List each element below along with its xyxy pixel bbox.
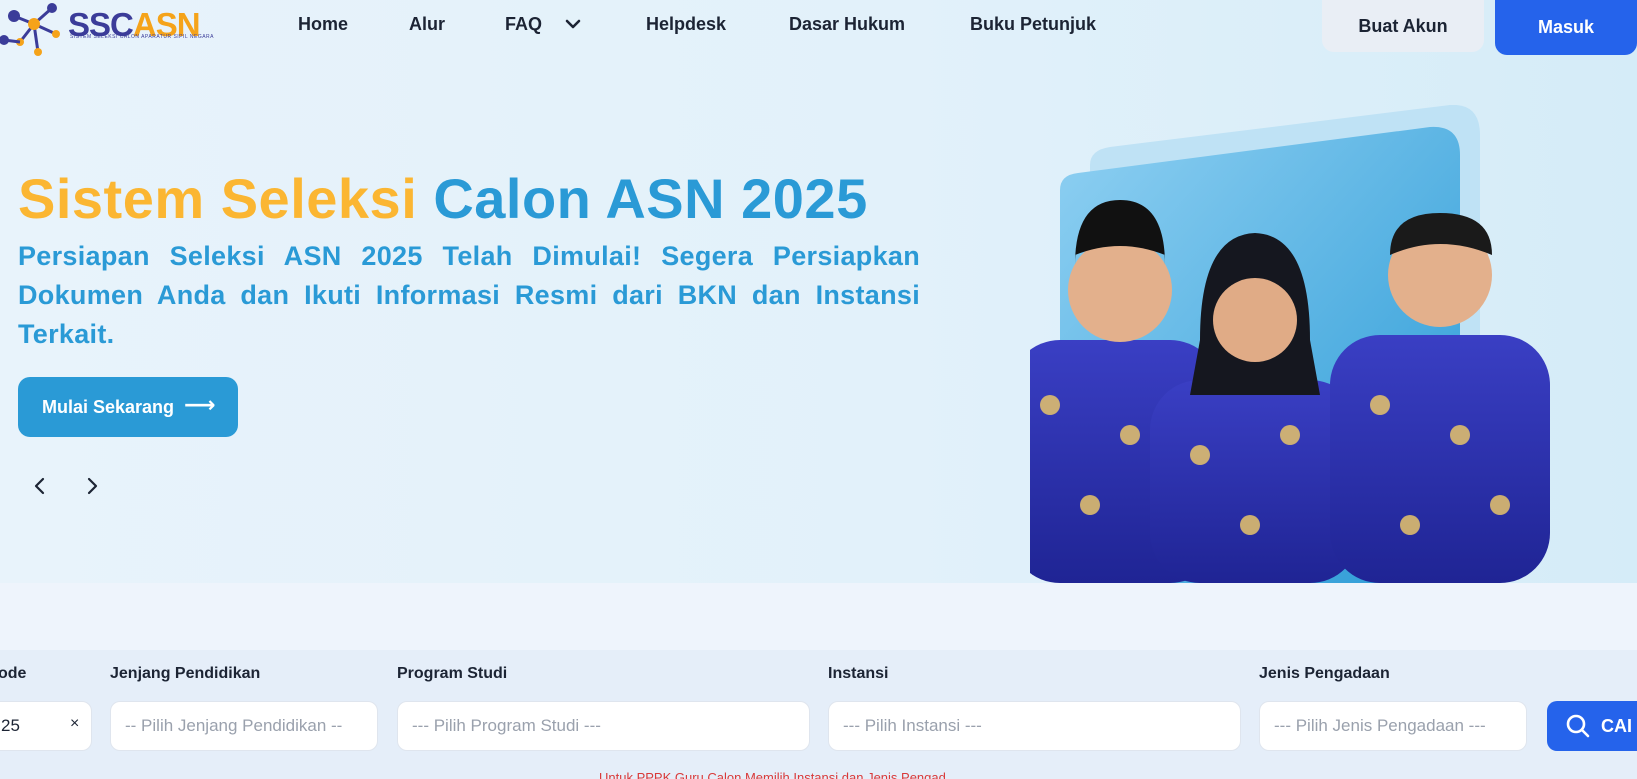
periode-label: ode <box>0 665 27 682</box>
instansi-label: Instansi <box>828 665 889 682</box>
cari-label: CAI <box>1601 715 1632 736</box>
pengadaan-select[interactable]: --- Pilih Jenis Pengadaan --- <box>1259 701 1527 751</box>
molecule-logo-icon <box>0 3 60 56</box>
prodi-select[interactable]: --- Pilih Program Studi --- <box>397 701 810 751</box>
nav-helpdesk[interactable]: Helpdesk <box>646 14 726 35</box>
mulai-sekarang-button[interactable]: Mulai Sekarang ⟶ <box>18 377 238 437</box>
jenjang-label: Jenjang Pendidikan <box>110 665 261 682</box>
jenjang-select[interactable]: -- Pilih Jenjang Pendidikan -- <box>110 701 378 751</box>
nav-faq[interactable]: FAQ <box>505 14 542 35</box>
hero-title-part2: Calon ASN 2025 <box>433 167 868 230</box>
nav-home[interactable]: Home <box>298 14 348 35</box>
carousel-next-icon[interactable] <box>80 474 104 498</box>
prodi-placeholder: --- Pilih Program Studi --- <box>412 716 601 735</box>
instansi-placeholder: --- Pilih Instansi --- <box>843 716 982 735</box>
instansi-select[interactable]: --- Pilih Instansi --- <box>828 701 1241 751</box>
hero-title-part1: Sistem Seleksi <box>18 167 418 230</box>
pengadaan-placeholder: --- Pilih Jenis Pengadaan --- <box>1274 716 1486 735</box>
buat-akun-button[interactable]: Buat Akun <box>1322 0 1484 52</box>
sscasn-logo[interactable]: SSCASN SISTEM SELEKSI CALON APARATUR SIP… <box>0 0 214 60</box>
spacer-band <box>0 583 1637 650</box>
chevron-down-icon[interactable] <box>563 14 583 34</box>
clear-icon[interactable]: × <box>70 715 79 733</box>
pppk-note: Untuk PPPK Guru Calon Memilih Instansi d… <box>599 770 946 779</box>
periode-value: 25 <box>1 716 20 735</box>
nav-dasar-hukum[interactable]: Dasar Hukum <box>789 14 905 35</box>
hero-subtitle: Persiapan Seleksi ASN 2025 Telah Dimulai… <box>18 241 920 349</box>
masuk-button[interactable]: Masuk <box>1495 0 1637 55</box>
nav-buku-petunjuk[interactable]: Buku Petunjuk <box>970 14 1096 35</box>
hero-title: Sistem Seleksi Calon ASN 2025 <box>18 166 868 231</box>
logo-tagline: SISTEM SELEKSI CALON APARATUR SIPIL NEGA… <box>70 34 214 40</box>
carousel-prev-icon[interactable] <box>28 474 52 498</box>
nav-alur[interactable]: Alur <box>409 14 445 35</box>
mulai-sekarang-label: Mulai Sekarang <box>42 396 175 417</box>
search-icon <box>1566 714 1590 738</box>
prodi-label: Program Studi <box>397 665 508 682</box>
arrow-right-icon: ⟶ <box>184 392 216 417</box>
pengadaan-label: Jenis Pengadaan <box>1259 665 1390 682</box>
cari-button[interactable]: CAI <box>1547 701 1637 751</box>
jenjang-placeholder: -- Pilih Jenjang Pendidikan -- <box>125 716 343 735</box>
hero-illustration-image <box>1030 105 1550 583</box>
